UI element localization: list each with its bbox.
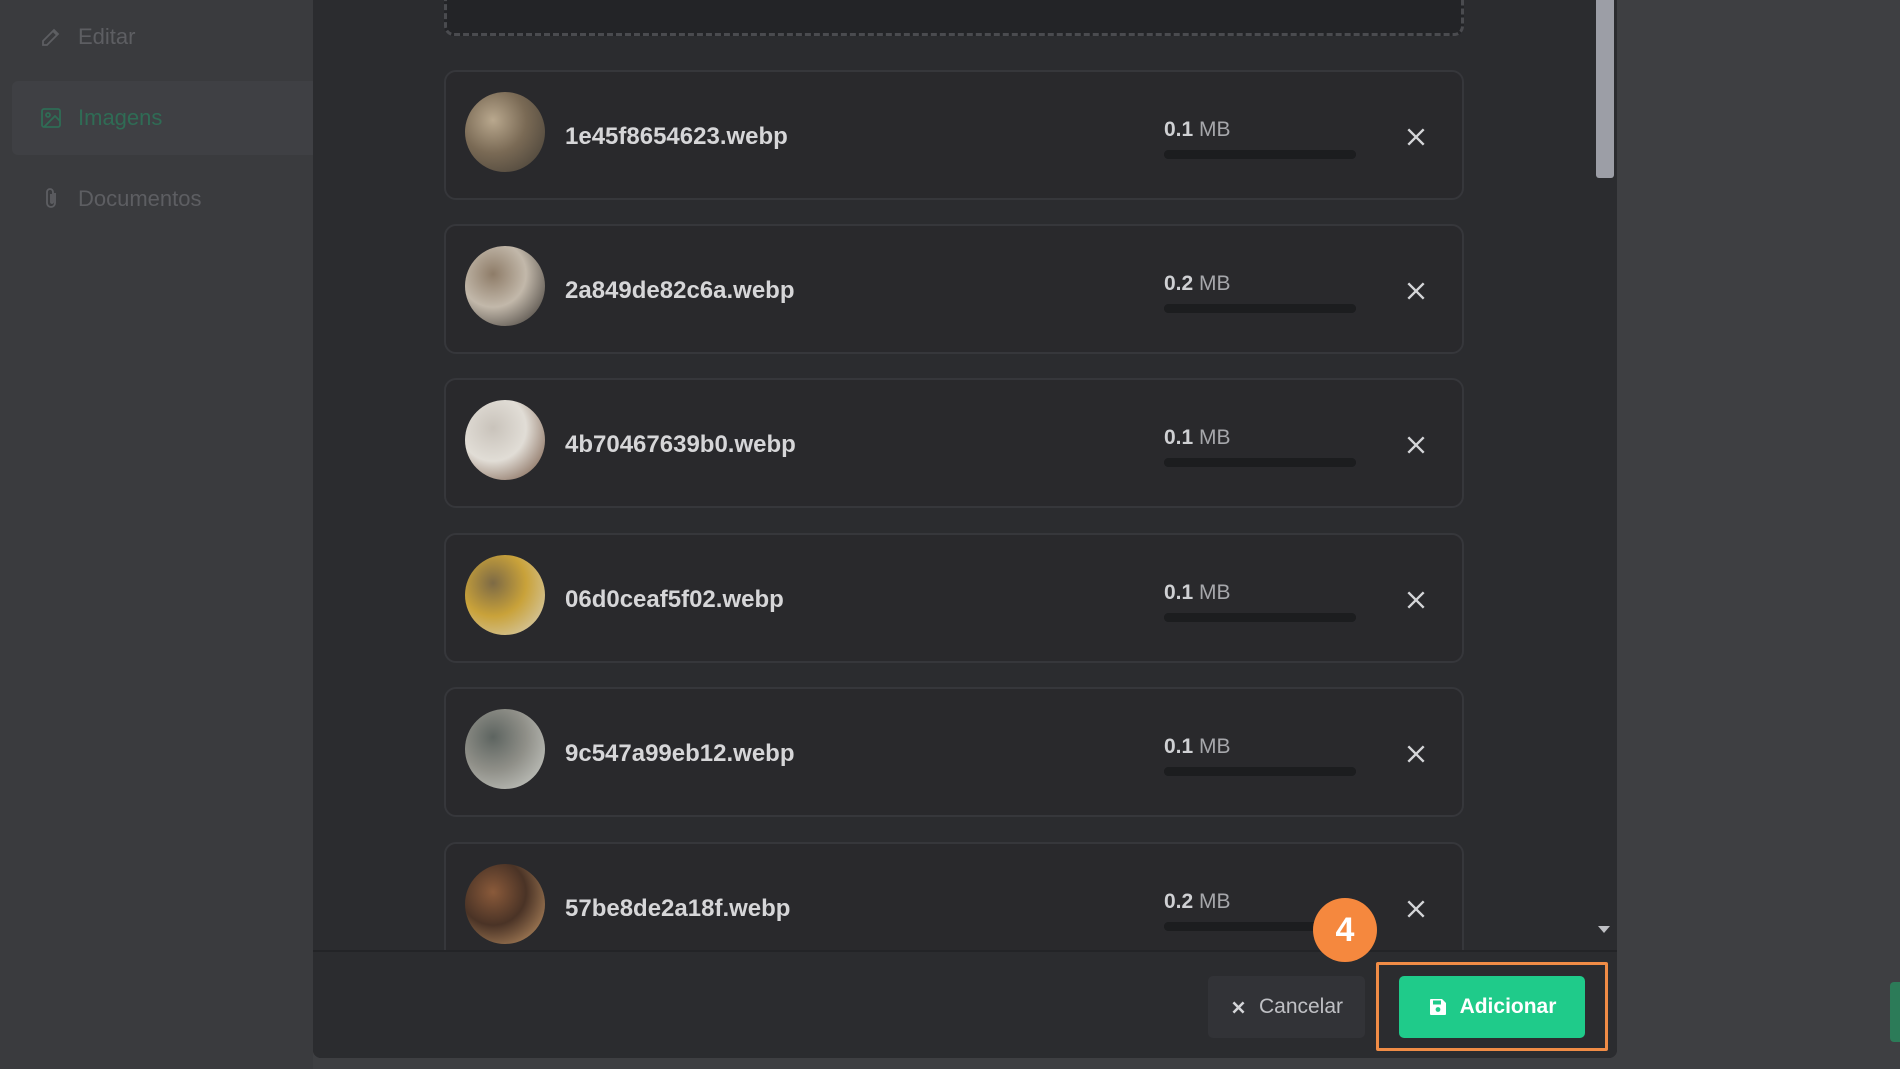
close-icon	[1407, 900, 1425, 918]
file-size: 0.1 MB	[1164, 581, 1231, 605]
cancel-button-label: Cancelar	[1258, 995, 1344, 1018]
close-icon	[1407, 745, 1425, 763]
image-thumbnail	[465, 709, 545, 789]
file-size-value: 0.1	[1164, 118, 1194, 141]
sidebar: Editar Imagens Documentos	[0, 0, 313, 1069]
file-size-unit: MB	[1199, 890, 1231, 913]
file-name: 06d0ceaf5f02.webp	[565, 586, 784, 613]
file-name: 4b70467639b0.webp	[565, 431, 796, 458]
file-size-value: 0.2	[1164, 272, 1194, 295]
file-size: 0.1 MB	[1164, 118, 1231, 142]
file-size: 0.1 MB	[1164, 735, 1231, 759]
dropzone[interactable]	[444, 0, 1464, 36]
image-thumbnail	[465, 246, 545, 326]
image-thumbnail	[465, 400, 545, 480]
file-name: 1e45f8654623.webp	[565, 123, 788, 150]
step-highlight-box	[1376, 962, 1608, 1051]
upload-progress-bar	[1164, 304, 1356, 313]
scrollbar-thumb[interactable]	[1596, 0, 1614, 178]
file-size-unit: MB	[1199, 581, 1231, 604]
upload-progress-bar	[1164, 458, 1356, 467]
remove-file-button[interactable]	[1401, 739, 1431, 769]
file-size-value: 0.1	[1164, 581, 1194, 604]
close-icon	[1407, 436, 1425, 454]
sidebar-item-label: Editar	[78, 24, 136, 49]
file-size-unit: MB	[1199, 272, 1231, 295]
sidebar-item-label: Documentos	[78, 186, 202, 211]
image-icon	[38, 105, 64, 131]
close-icon	[1407, 128, 1425, 146]
file-size-unit: MB	[1199, 118, 1231, 141]
upload-progress-bar	[1164, 150, 1356, 159]
file-size-value: 0.1	[1164, 735, 1194, 758]
file-card: 2a849de82c6a.webp 0.2 MB	[444, 224, 1464, 354]
file-card: 9c547a99eb12.webp 0.1 MB	[444, 687, 1464, 817]
image-thumbnail	[465, 92, 545, 172]
sidebar-item-documentos[interactable]: Documentos	[12, 162, 313, 236]
image-thumbnail	[465, 864, 545, 944]
remove-file-button[interactable]	[1401, 430, 1431, 460]
upload-progress-bar	[1164, 613, 1356, 622]
sidebar-item-label: Imagens	[78, 105, 163, 130]
file-size: 0.1 MB	[1164, 426, 1231, 450]
close-icon	[1407, 282, 1425, 300]
scrollbar[interactable]	[1594, 0, 1614, 950]
sidebar-item-imagens[interactable]: Imagens	[12, 81, 313, 155]
cancel-button[interactable]: Cancelar	[1208, 976, 1365, 1038]
close-icon	[1232, 1000, 1245, 1014]
remove-file-button[interactable]	[1401, 585, 1431, 615]
file-size-unit: MB	[1199, 735, 1231, 758]
file-card: 1e45f8654623.webp 0.1 MB	[444, 70, 1464, 200]
image-thumbnail	[465, 555, 545, 635]
step-number-badge: 4	[1313, 898, 1377, 962]
file-size-unit: MB	[1199, 426, 1231, 449]
edge-accent	[1890, 982, 1900, 1042]
file-size-value: 0.1	[1164, 426, 1194, 449]
file-card: 57be8de2a18f.webp 0.2 MB	[444, 842, 1464, 950]
file-size: 0.2 MB	[1164, 890, 1231, 914]
scroll-down-arrow-icon[interactable]	[1598, 926, 1610, 933]
file-size: 0.2 MB	[1164, 272, 1231, 296]
remove-file-button[interactable]	[1401, 276, 1431, 306]
paperclip-icon	[38, 186, 64, 212]
file-size-value: 0.2	[1164, 890, 1194, 913]
upload-modal: 1e45f8654623.webp 0.1 MB 2a849de82c6a.webp…	[313, 0, 1617, 1058]
close-icon	[1407, 591, 1425, 609]
file-list: 1e45f8654623.webp 0.1 MB 2a849de82c6a.webp…	[313, 0, 1617, 950]
remove-file-button[interactable]	[1401, 894, 1431, 924]
pencil-icon	[38, 24, 64, 50]
file-card: 4b70467639b0.webp 0.1 MB	[444, 378, 1464, 508]
remove-file-button[interactable]	[1401, 122, 1431, 152]
upload-progress-bar	[1164, 767, 1356, 776]
file-name: 57be8de2a18f.webp	[565, 895, 791, 922]
sidebar-item-editar[interactable]: Editar	[12, 0, 313, 74]
file-name: 9c547a99eb12.webp	[565, 740, 795, 767]
file-card: 06d0ceaf5f02.webp 0.1 MB	[444, 533, 1464, 663]
file-name: 2a849de82c6a.webp	[565, 277, 795, 304]
